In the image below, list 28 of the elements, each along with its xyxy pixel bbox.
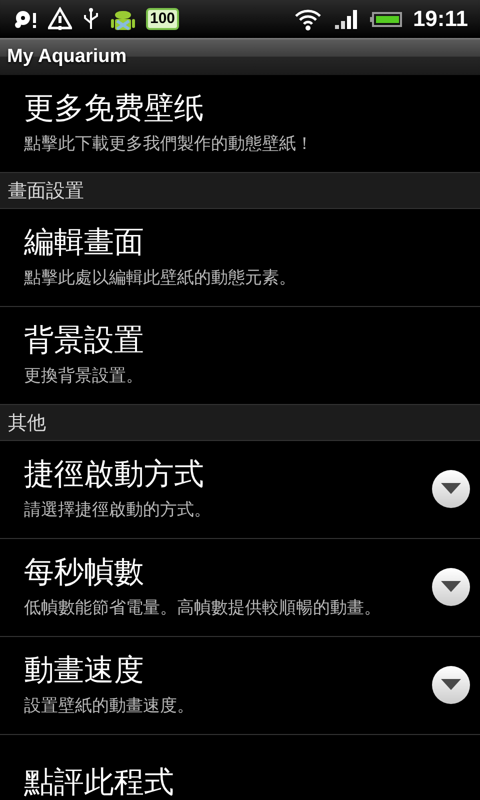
preference-title: 捷徑啟動方式 [24, 456, 205, 492]
app-title: My Aquarium [0, 38, 480, 75]
preference-summary: 低幀數能節省電量。高幀數提供較順暢的動畫。 [24, 596, 382, 618]
section-header: 其他 [0, 404, 480, 440]
preference-summary: 更換背景設置。 [24, 364, 144, 386]
preference-item[interactable]: 編輯畫面 點擊此處以編輯此壁紙的動態元素。 [0, 208, 480, 306]
preference-summary: 請選擇捷徑啟動的方式。 [24, 498, 212, 520]
battery-level-badge: 100 [146, 8, 180, 30]
usb-icon [82, 7, 100, 31]
preference-title: 動畫速度 [24, 652, 145, 688]
preference-title: 編輯畫面 [24, 224, 145, 260]
preference-item[interactable]: 捷徑啟動方式 請選擇捷徑啟動的方式。 [0, 440, 480, 538]
preference-item[interactable]: 更多免费壁纸 點擊此下載更多我們製作的動態壁紙！ [0, 75, 480, 172]
preference-title: 每秒幀數 [24, 554, 145, 590]
preference-item[interactable]: 點評此程式 [0, 734, 480, 800]
wifi-icon [292, 7, 323, 31]
preference-summary: 點擊此下載更多我們製作的動態壁紙！ [24, 132, 314, 154]
signal-icon [332, 7, 359, 31]
preference-summary: 設置壁紙的動畫速度。 [24, 694, 195, 716]
preference-summary: 點擊此處以編輯此壁紙的動態元素。 [24, 266, 297, 288]
preference-title: 背景設置 [24, 322, 145, 358]
preference-item[interactable]: 每秒幀數 低幀數能節省電量。高幀數提供較順暢的動畫。 [0, 538, 480, 636]
warning-icon [48, 7, 72, 31]
section-header: 畫面設置 [0, 172, 480, 208]
preference-item[interactable]: 動畫速度 設置壁紙的動畫速度。 [0, 636, 480, 734]
preference-title: 點評此程式 [24, 764, 175, 800]
clock-time: 19:11 [412, 6, 468, 32]
preference-title: 更多免费壁纸 [24, 90, 205, 126]
